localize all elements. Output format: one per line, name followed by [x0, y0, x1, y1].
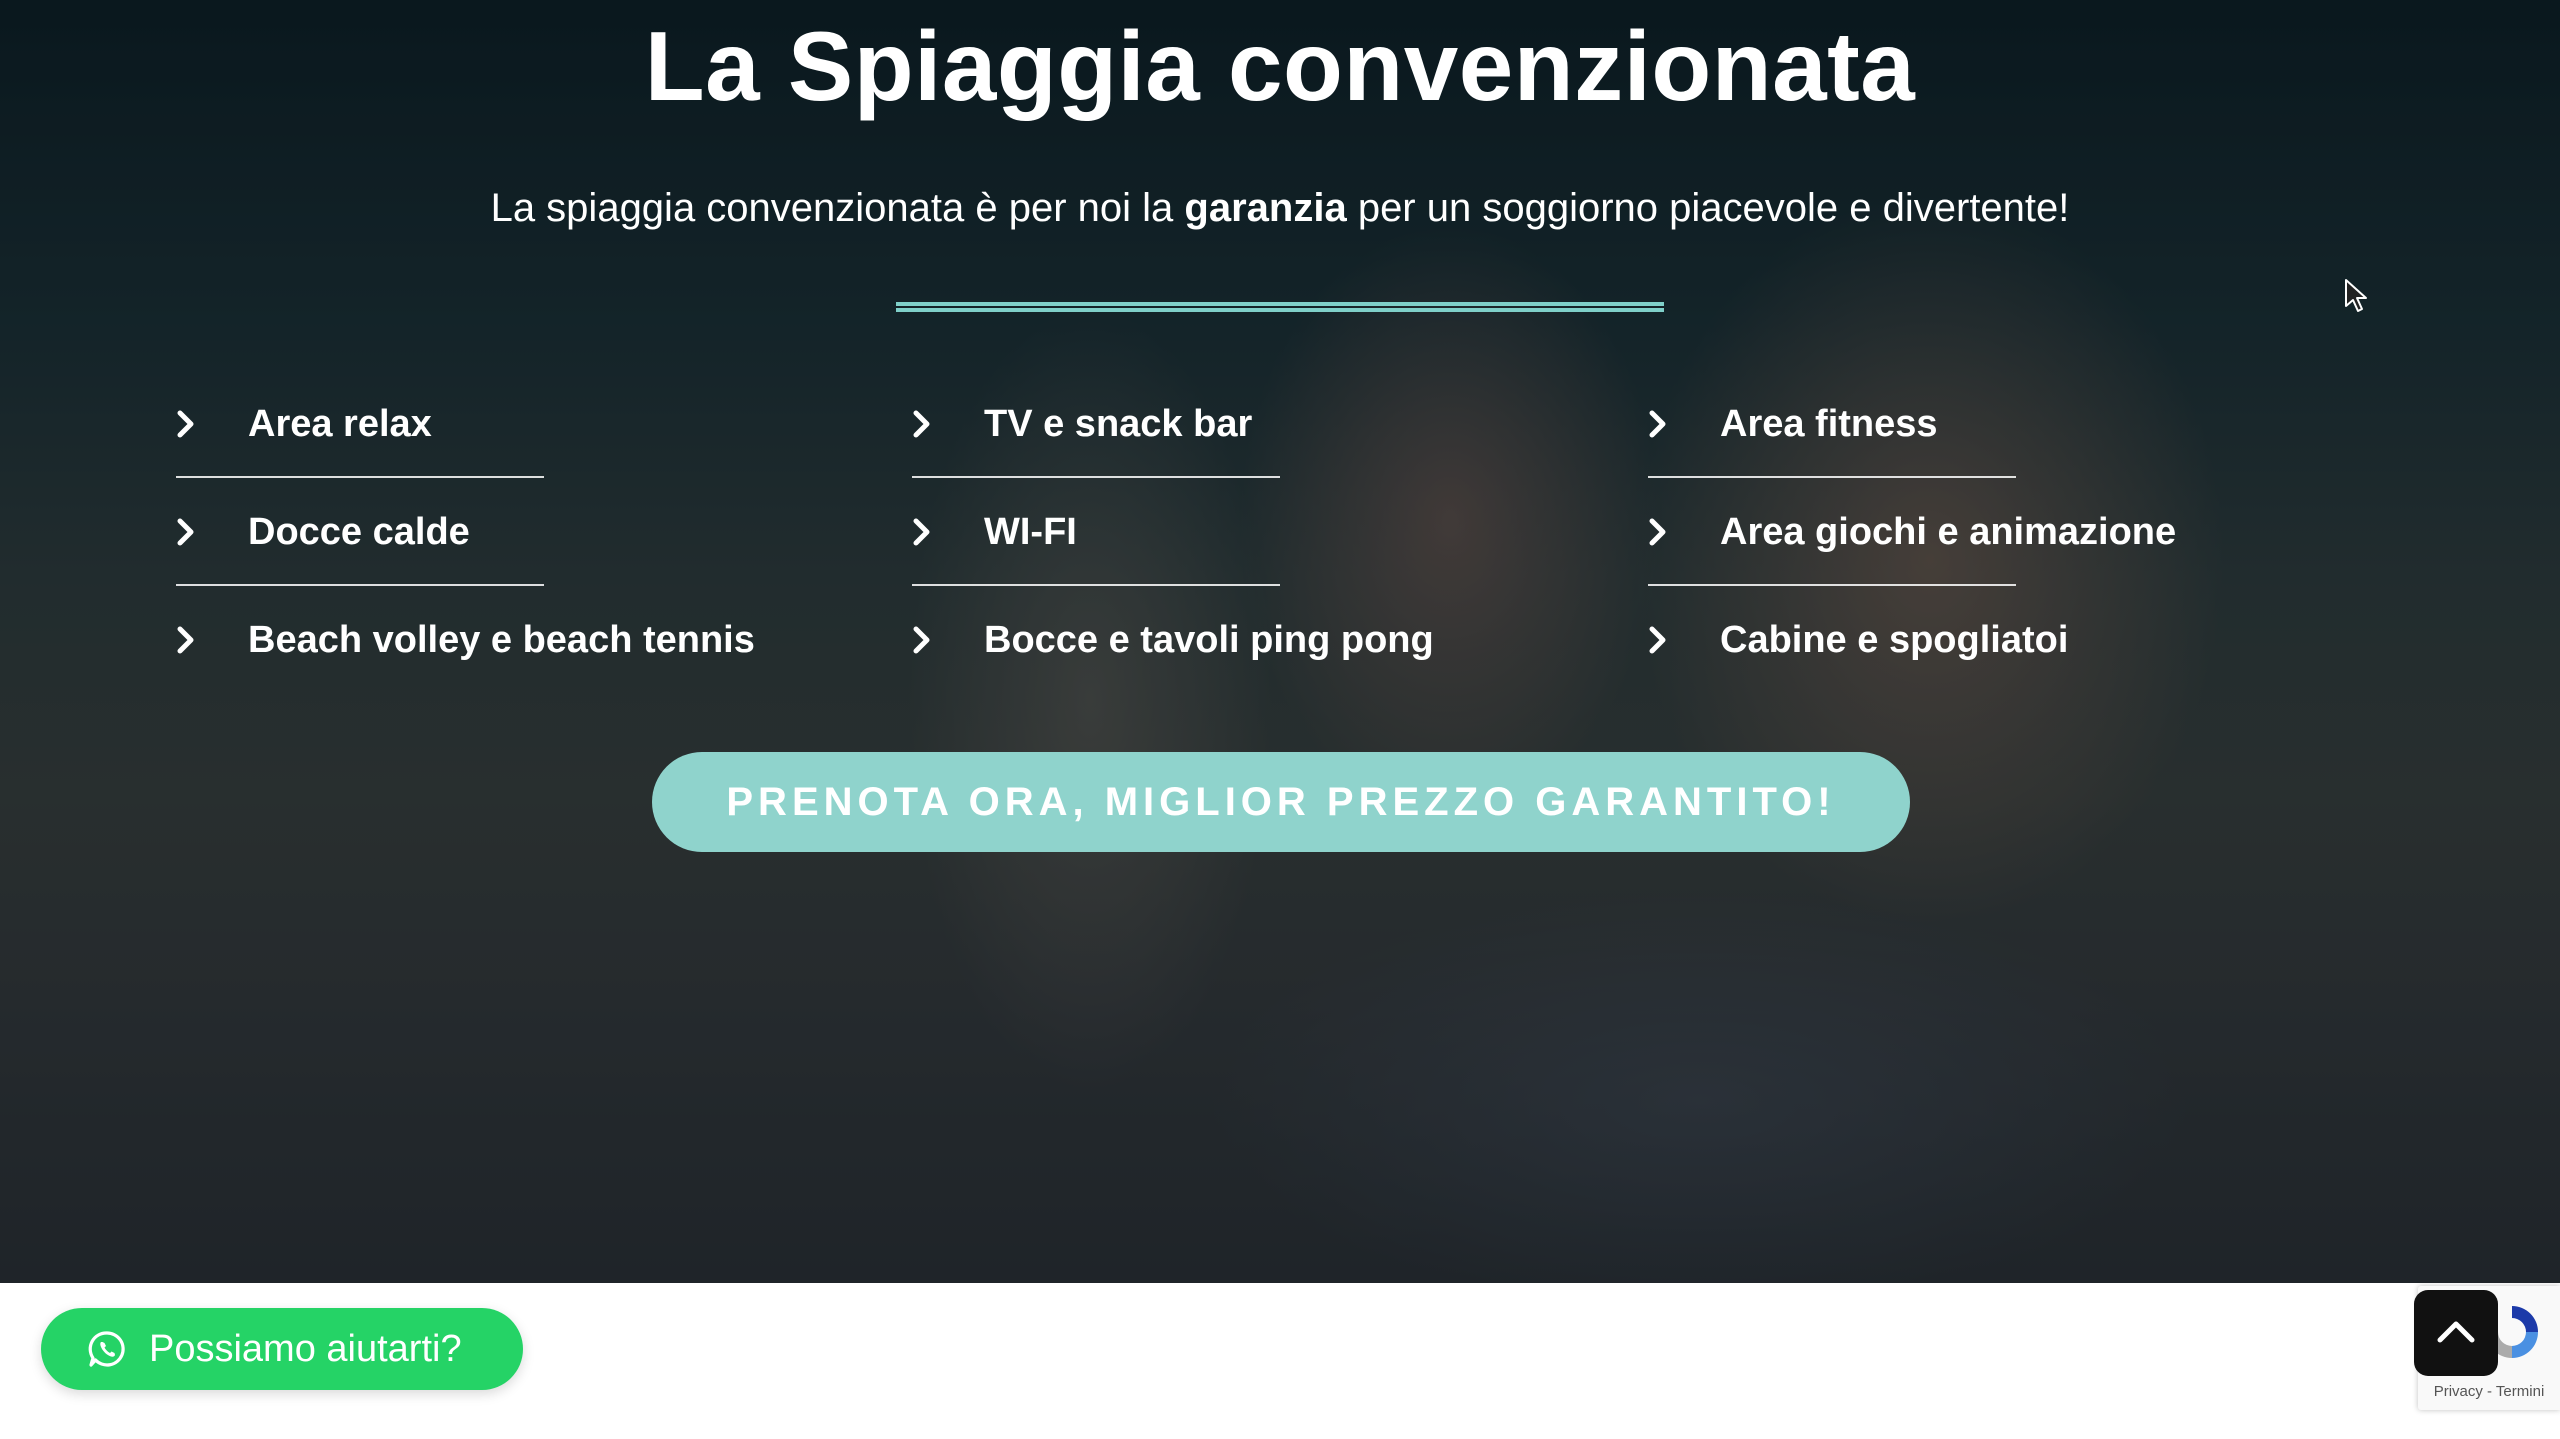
feature-label: TV e snack bar — [984, 402, 1253, 445]
feature-label: Bocce e tavoli ping pong — [984, 618, 1434, 661]
chevron-right-icon — [176, 410, 216, 438]
whatsapp-chat-button[interactable]: Possiamo aiutarti? — [41, 1308, 523, 1390]
mouse-cursor-icon — [2344, 278, 2370, 319]
page-title: La Spiaggia convenzionata — [644, 11, 1916, 121]
chevron-right-icon — [1648, 518, 1688, 546]
feature-item-beach-volley: Beach volley e beach tennis — [176, 586, 912, 694]
feature-label: Area relax — [248, 402, 432, 445]
book-now-button[interactable]: PRENOTA ORA, MIGLIOR PREZZO GARANTITO! — [652, 752, 1910, 852]
hero-section: La Spiaggia convenzionata La spiaggia co… — [0, 0, 2560, 1283]
chevron-up-icon — [2436, 1318, 2476, 1349]
subtitle-text-start: La spiaggia convenzionata è per noi la — [490, 186, 1185, 230]
scroll-to-top-button[interactable] — [2414, 1290, 2498, 1376]
hero-subtitle: La spiaggia convenzionata è per noi la g… — [0, 186, 2560, 231]
feature-item-tv-snack-bar: TV e snack bar — [912, 370, 1648, 478]
feature-item-area-fitness: Area fitness — [1648, 370, 2384, 478]
feature-item-bocce-ping-pong: Bocce e tavoli ping pong — [912, 586, 1648, 694]
feature-label: Area fitness — [1720, 402, 1938, 445]
feature-item-cabine-spogliatoi: Cabine e spogliatoi — [1648, 586, 2384, 694]
feature-item-wifi: WI-FI — [912, 478, 1648, 586]
chevron-right-icon — [1648, 626, 1688, 654]
whatsapp-chat-label: Possiamo aiutarti? — [149, 1327, 462, 1370]
feature-item-area-giochi: Area giochi e animazione — [1648, 478, 2384, 586]
feature-label: Beach volley e beach tennis — [248, 618, 755, 661]
recaptcha-links[interactable]: Privacy - Termini — [2418, 1383, 2560, 1400]
section-divider — [896, 302, 1664, 312]
chevron-right-icon — [912, 410, 952, 438]
subtitle-bold-text: garanzia — [1184, 186, 1347, 230]
feature-label: Docce calde — [248, 510, 470, 553]
subtitle-text-end: per un soggiorno piacevole e divertente! — [1346, 186, 2070, 230]
chevron-right-icon — [1648, 410, 1688, 438]
feature-label: Area giochi e animazione — [1720, 510, 2177, 553]
chevron-right-icon — [176, 518, 216, 546]
feature-label: WI-FI — [984, 510, 1077, 553]
features-list: Area relax TV e snack bar Area fitness D… — [176, 370, 2376, 694]
chevron-right-icon — [176, 626, 216, 654]
feature-item-area-relax: Area relax — [176, 370, 912, 478]
feature-label: Cabine e spogliatoi — [1720, 618, 2069, 661]
chevron-right-icon — [912, 518, 952, 546]
feature-item-docce-calde: Docce calde — [176, 478, 912, 586]
chevron-right-icon — [912, 626, 952, 654]
whatsapp-icon — [87, 1329, 127, 1369]
